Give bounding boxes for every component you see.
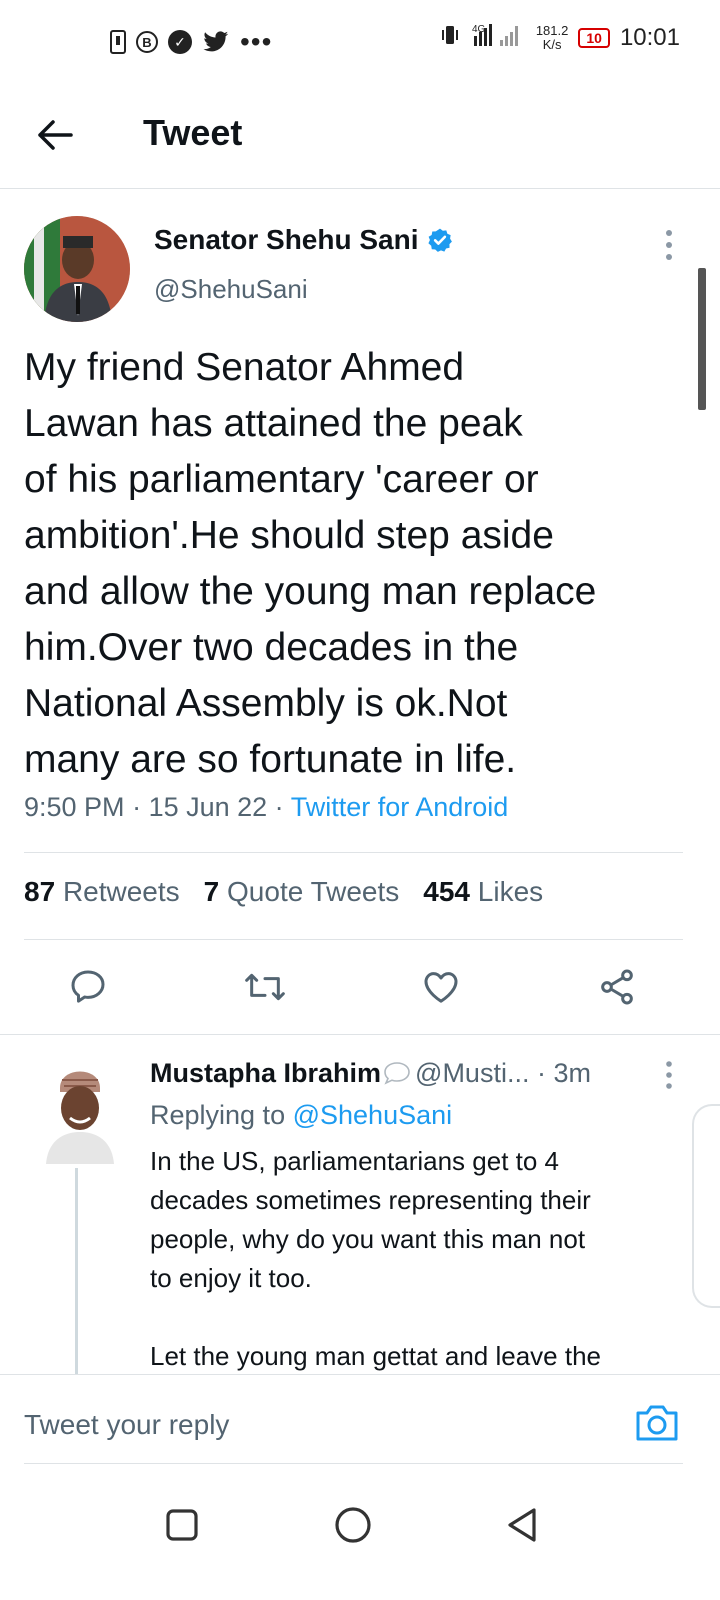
tweet-actions — [0, 960, 720, 1020]
tweet-date: 15 Jun 22 — [148, 792, 268, 822]
likes-count: 454 — [423, 876, 470, 907]
likes-stat[interactable]: 454 Likes — [423, 876, 543, 908]
replying-to: Replying to @ShehuSani — [150, 1100, 452, 1131]
reply-author-name[interactable]: Mustapha Ibrahim — [150, 1058, 381, 1089]
reply-button[interactable] — [63, 960, 113, 1014]
more-options-button[interactable] — [662, 228, 676, 262]
tweet-timestamp: 9:50 PM · 15 Jun 22 · Twitter for Androi… — [24, 792, 509, 822]
home-button[interactable] — [328, 1500, 378, 1550]
back-nav-button[interactable] — [498, 1500, 548, 1550]
reply-time: 3m — [553, 1058, 591, 1088]
author-name-text: Senator Shehu Sani — [154, 224, 419, 255]
share-button[interactable] — [592, 960, 642, 1014]
status-bar: B ✓ ••• 4G 181.2 K/s 10 10:01 — [0, 0, 720, 80]
sim-icon — [110, 30, 126, 54]
separator-dot: · — [529, 1058, 554, 1088]
quotes-count: 7 — [203, 876, 220, 907]
more-vertical-icon — [666, 230, 672, 260]
tweet-source-link[interactable]: Twitter for Android — [291, 792, 509, 822]
b-icon: B — [136, 31, 158, 53]
avatar-image — [24, 216, 130, 322]
more-dots-icon: ••• — [240, 26, 273, 57]
camera-button[interactable] — [634, 1403, 684, 1447]
thread-line — [75, 1168, 78, 1378]
like-button[interactable] — [416, 960, 466, 1014]
back-button[interactable] — [30, 110, 80, 160]
system-nav-bar — [0, 1466, 720, 1600]
tweet-time: 9:50 PM — [24, 792, 125, 822]
square-icon — [166, 1509, 198, 1541]
battery-level: 10 — [586, 29, 602, 46]
heart-icon — [424, 972, 458, 1003]
clock: 10:01 — [619, 23, 680, 51]
divider — [24, 852, 683, 853]
reply-author-handle[interactable]: @Musti... — [415, 1058, 529, 1089]
page-title: Tweet — [143, 112, 243, 153]
tweet-text: My friend Senator Ahmed Lawan has attain… — [24, 346, 597, 781]
reply-more-button[interactable] — [662, 1060, 676, 1090]
recent-apps-button[interactable] — [157, 1500, 207, 1550]
replying-to-link[interactable]: @ShehuSani — [293, 1100, 453, 1130]
replying-to-label: Replying to — [150, 1100, 286, 1130]
retweets-stat[interactable]: 87 Retweets — [24, 876, 180, 908]
more-vertical-icon — [666, 1061, 672, 1089]
check-icon: ✓ — [168, 30, 192, 54]
reply-author-avatar[interactable] — [42, 1058, 118, 1164]
quotes-stat[interactable]: 7 Quote Tweets — [204, 876, 400, 908]
svg-text:4G: 4G — [472, 24, 486, 35]
reply-icon — [71, 970, 105, 1003]
author-handle[interactable]: @ShehuSani — [154, 274, 308, 305]
divider — [24, 939, 683, 940]
retweet-icon — [245, 973, 285, 1001]
reply-input[interactable]: Tweet your reply — [24, 1409, 229, 1441]
top-app-bar: Tweet — [0, 80, 720, 189]
twitter-bird-icon — [202, 31, 230, 53]
reply-header: Mustapha Ibrahim @Musti... · 3m — [150, 1058, 591, 1089]
network-speed-value: 181.2 — [535, 22, 569, 38]
likes-label: Likes — [477, 876, 544, 907]
scrollbar[interactable] — [698, 268, 706, 410]
system-indicators: 4G 181.2 K/s 10 10:01 — [440, 22, 680, 53]
speech-bubble-icon — [384, 1061, 410, 1085]
retweets-label: Retweets — [62, 876, 180, 907]
reply-composer: Tweet your reply — [0, 1374, 720, 1465]
author-avatar[interactable] — [24, 216, 130, 322]
retweet-button[interactable] — [240, 960, 290, 1014]
divider — [0, 1034, 720, 1035]
verified-badge-icon — [427, 228, 452, 252]
retweets-count: 87 — [24, 876, 56, 907]
arrow-left-icon — [38, 120, 73, 150]
side-panel-edge — [692, 1104, 720, 1308]
battery-icon: 10 — [578, 27, 610, 48]
share-icon — [601, 969, 633, 1005]
network-speed-unit: K/s — [542, 36, 562, 52]
quotes-label: Quote Tweets — [227, 876, 400, 907]
circle-icon — [335, 1507, 371, 1543]
author-name[interactable]: Senator Shehu Sani — [154, 224, 453, 256]
network-speed: 181.2 K/s — [535, 22, 569, 52]
divider — [24, 1463, 683, 1464]
camera-icon — [636, 1405, 678, 1441]
reply-text: In the US, parliamentarians get to 4 dec… — [150, 1146, 602, 1371]
avatar-image — [46, 1071, 114, 1164]
signal-icon: 4G — [470, 22, 526, 53]
tweet-stats: 87 Retweets 7 Quote Tweets 454 Likes — [24, 876, 543, 908]
vibrate-icon — [440, 24, 460, 51]
notification-icons: B ✓ ••• — [110, 26, 272, 58]
triangle-back-icon — [508, 1508, 536, 1542]
